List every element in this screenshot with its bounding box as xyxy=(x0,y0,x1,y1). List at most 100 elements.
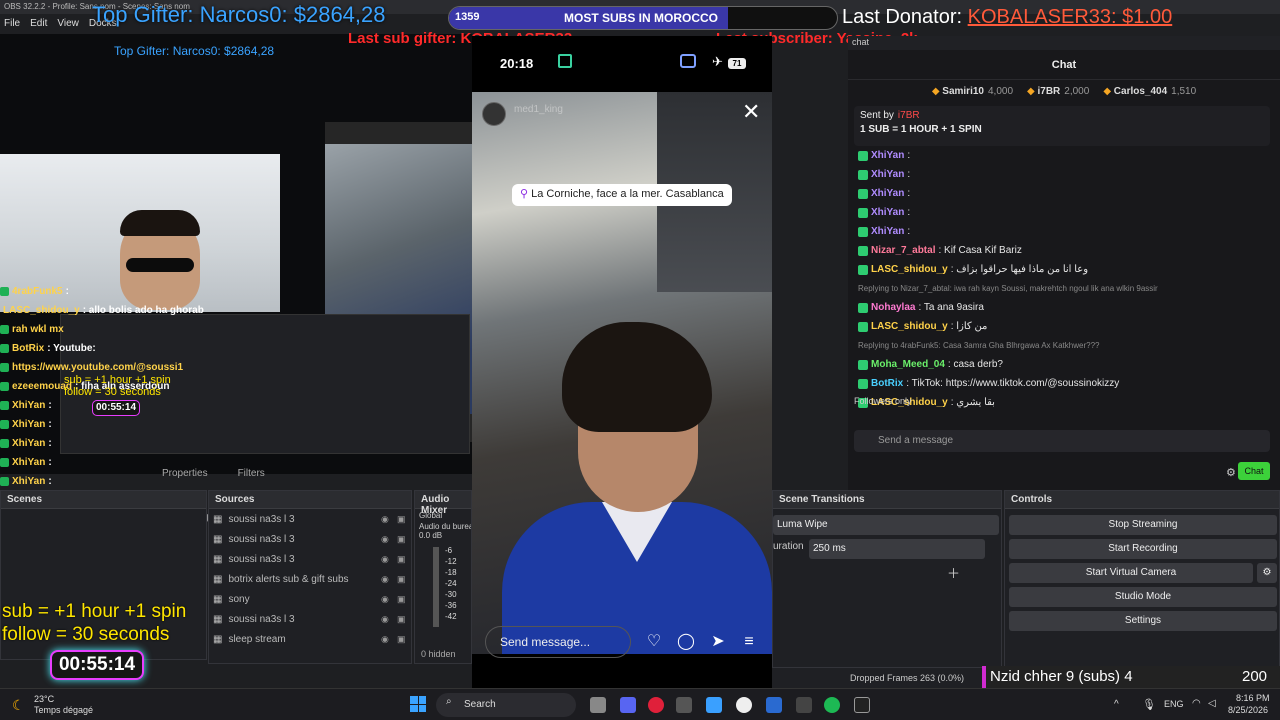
menu-view[interactable]: View xyxy=(57,18,79,30)
visibility-icon[interactable]: ◉ xyxy=(381,555,391,564)
tray-up-icon[interactable]: ^ xyxy=(1114,699,1119,710)
browser-icon[interactable] xyxy=(736,697,752,713)
clock-time[interactable]: 8:16 PM xyxy=(1236,693,1270,703)
chat-username[interactable]: Nohaylaa xyxy=(871,302,915,313)
volume-slider[interactable] xyxy=(433,547,439,627)
studio-mode-button[interactable]: Studio Mode xyxy=(1009,587,1277,607)
visibility-icon[interactable]: ◉ xyxy=(381,615,391,624)
source-row[interactable]: ▦ soussi na3s l 3 ◉ ▣ xyxy=(209,529,411,549)
audio-db: 0.0 dB xyxy=(419,531,443,540)
visibility-icon[interactable]: ◉ xyxy=(381,515,391,524)
chat-text: : Ta ana 9asira xyxy=(918,302,984,313)
story-username[interactable]: med1_king xyxy=(514,104,563,115)
chat-username[interactable]: XhiYan xyxy=(871,150,904,161)
lock-icon[interactable]: ▣ xyxy=(397,635,407,644)
pin-sender-name: i7BR xyxy=(897,110,920,121)
duration-input[interactable]: 250 ms xyxy=(809,539,985,559)
taskbar-search[interactable]: Search xyxy=(436,693,576,717)
settings-button[interactable]: Settings xyxy=(1009,611,1277,631)
sources-dock: Sources ▦ soussi na3s l 3 ◉ ▣ ▦ soussi na3s l… xyxy=(208,490,412,664)
visibility-icon[interactable]: ◉ xyxy=(381,535,391,544)
folder-icon[interactable] xyxy=(766,697,782,713)
virtual-camera-settings-icon[interactable]: ⚙ xyxy=(1257,563,1277,583)
badge-icon xyxy=(858,245,868,256)
chat-username[interactable]: LASC_shidou_y xyxy=(871,264,948,275)
lock-icon[interactable]: ▣ xyxy=(397,555,407,564)
leaderboard-entry[interactable]: ◆ Samiri10 4,000 xyxy=(932,86,1013,97)
transition-select[interactable]: Luma Wipe xyxy=(773,515,999,535)
discord-icon[interactable] xyxy=(620,697,636,713)
source-row[interactable]: ▦ soussi na3s l 3 ◉ ▣ xyxy=(209,549,411,569)
scene-transitions-header: Scene Transitions xyxy=(773,491,1001,509)
visibility-icon[interactable]: ◉ xyxy=(381,595,391,604)
gift-icon: ◆ xyxy=(931,85,943,97)
story-message-input[interactable]: Send message... xyxy=(485,626,631,658)
heart-icon[interactable]: ♡ xyxy=(645,633,663,651)
chat-username[interactable]: XhiYan xyxy=(871,226,904,237)
source-row[interactable]: ▦ soussi na3s l 3 ◉ ▣ xyxy=(209,509,411,529)
subs-goal-count: 1359 xyxy=(455,11,480,23)
mic-icon[interactable]: 🎙 xyxy=(1142,698,1156,711)
send-icon[interactable]: ➤ xyxy=(709,633,727,651)
volume-icon[interactable]: ◁ xyxy=(1208,698,1216,709)
chat-username[interactable]: XhiYan xyxy=(871,188,904,199)
menu-file[interactable]: File xyxy=(4,18,20,30)
overlay-chat-user: XhiYan xyxy=(12,400,46,411)
language-indicator[interactable]: ENG xyxy=(1164,699,1184,709)
chat-message: XhiYan: xyxy=(848,203,1280,222)
sub-rule-small-1: sub = +1 hour +1 spin xyxy=(64,374,171,386)
chat-username[interactable]: Nizar_7_abtal xyxy=(871,245,935,256)
stop-streaming-button[interactable]: Stop Streaming xyxy=(1009,515,1277,535)
chat-username[interactable]: XhiYan xyxy=(871,169,904,180)
chat-username[interactable]: LASC_shidou_y xyxy=(871,321,948,332)
comment-icon[interactable]: ◯ xyxy=(677,633,695,651)
overlay-chat-text: : xyxy=(48,476,52,487)
lock-icon[interactable]: ▣ xyxy=(397,535,407,544)
chat-send-button[interactable]: Chat xyxy=(1238,462,1270,480)
visibility-icon[interactable]: ◉ xyxy=(381,575,391,584)
lock-icon[interactable]: ▣ xyxy=(397,515,407,524)
badge-icon xyxy=(0,458,9,467)
windows-start-icon[interactable] xyxy=(410,696,426,712)
spotify-icon[interactable] xyxy=(824,697,840,713)
lock-icon[interactable]: ▣ xyxy=(397,595,407,604)
opera-icon[interactable] xyxy=(648,697,664,713)
leaderboard-value: 1,510 xyxy=(1171,85,1197,97)
chat-username[interactable]: XhiYan xyxy=(871,207,904,218)
filters-tab[interactable]: Filters xyxy=(238,468,265,480)
streamer-sunglasses xyxy=(126,258,194,272)
source-row[interactable]: ▦ soussi na3s l 3 ◉ ▣ xyxy=(209,609,411,629)
add-transition-icon[interactable]: ＋ xyxy=(947,563,960,582)
clock-date[interactable]: 8/25/2026 xyxy=(1228,705,1268,715)
menu-icon[interactable]: ≡ xyxy=(740,633,758,651)
chat-input[interactable]: Send a message xyxy=(854,430,1270,452)
settings-gear-icon[interactable]: ⚙ xyxy=(1226,466,1236,479)
story-avatar[interactable] xyxy=(482,102,506,126)
chat-username[interactable]: Moha_Meed_04 xyxy=(871,359,945,370)
close-icon[interactable]: ✕ xyxy=(742,101,762,123)
location-sticker[interactable]: ⚲ La Corniche, face a la mer. Casablanca xyxy=(512,184,732,206)
audio-source-name: Audio du burea xyxy=(419,522,472,531)
source-row[interactable]: ▦ botrix alerts sub & gift subs ◉ ▣ xyxy=(209,569,411,589)
photos-icon[interactable] xyxy=(706,697,722,713)
wifi-icon[interactable]: ◠ xyxy=(1192,698,1201,709)
source-row[interactable]: ▦ sony ◉ ▣ xyxy=(209,589,411,609)
controls-dock: Controls Stop Streaming Start Recording … xyxy=(1004,490,1280,668)
capcut-icon[interactable] xyxy=(796,697,812,713)
visibility-icon[interactable]: ◉ xyxy=(381,635,391,644)
obs-icon[interactable] xyxy=(854,697,870,713)
lock-icon[interactable]: ▣ xyxy=(397,615,407,624)
task-view-icon[interactable] xyxy=(590,697,606,713)
source-row[interactable]: ▦ sleep stream ◉ ▣ xyxy=(209,629,411,649)
menu-edit[interactable]: Edit xyxy=(30,18,47,30)
properties-tab[interactable]: Properties xyxy=(162,468,208,480)
chat-username[interactable]: BotRix xyxy=(871,378,903,389)
dropped-frames: Dropped Frames 263 (0.0%) xyxy=(850,673,965,683)
leaderboard-entry[interactable]: ◆ Carlos_404 1,510 xyxy=(1103,86,1196,97)
overlay-chat-user: BotRix xyxy=(12,343,45,354)
store-icon[interactable] xyxy=(676,697,692,713)
lock-icon[interactable]: ▣ xyxy=(397,575,407,584)
start-recording-button[interactable]: Start Recording xyxy=(1009,539,1277,559)
leaderboard-entry[interactable]: ◆ i7BR 2,000 xyxy=(1027,86,1089,97)
start-virtual-camera-button[interactable]: Start Virtual Camera xyxy=(1009,563,1253,583)
